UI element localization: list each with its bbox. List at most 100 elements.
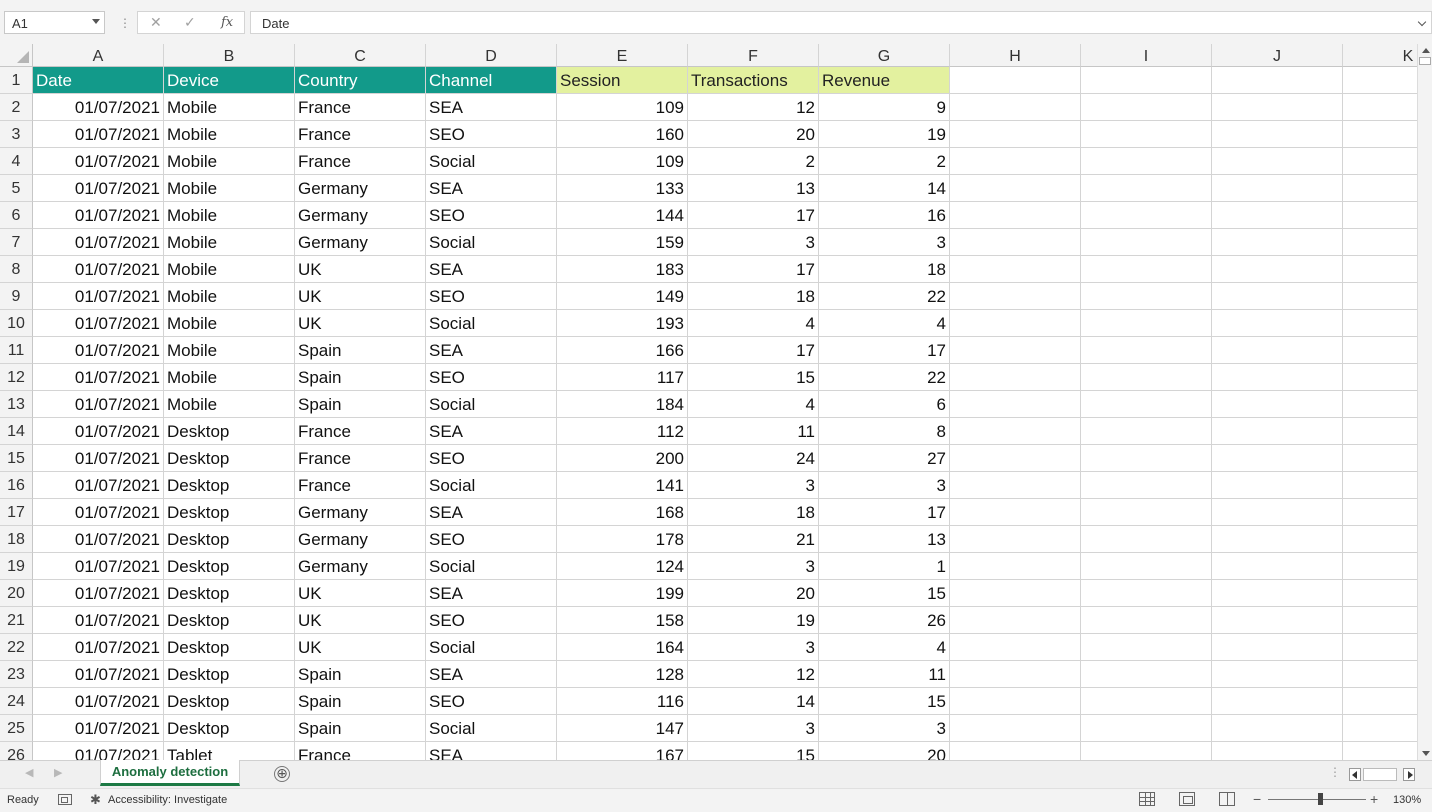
cell-empty[interactable] — [950, 256, 1081, 283]
cell-empty[interactable] — [1212, 364, 1343, 391]
cell-revenue[interactable]: 22 — [819, 364, 950, 391]
cell-session[interactable]: 193 — [557, 310, 688, 337]
cell-empty[interactable] — [1081, 472, 1212, 499]
vertical-scrollbar[interactable] — [1417, 44, 1432, 760]
cell-transactions[interactable]: 17 — [688, 337, 819, 364]
cell-empty[interactable] — [1081, 283, 1212, 310]
column-header-g[interactable]: G — [819, 44, 950, 67]
row-header[interactable]: 8 — [0, 256, 33, 283]
cell-empty[interactable] — [950, 634, 1081, 661]
cell-revenue[interactable]: 2 — [819, 148, 950, 175]
row-header[interactable]: 12 — [0, 364, 33, 391]
cell-empty[interactable] — [1343, 472, 1417, 499]
cell-revenue[interactable]: 26 — [819, 607, 950, 634]
header-cell[interactable]: Device — [164, 67, 295, 94]
cell-empty[interactable] — [1343, 337, 1417, 364]
cell-empty[interactable] — [1343, 94, 1417, 121]
cell-empty[interactable] — [1343, 256, 1417, 283]
cell-session[interactable]: 149 — [557, 283, 688, 310]
cell-country[interactable]: UK — [295, 256, 426, 283]
zoom-slider-thumb[interactable] — [1318, 793, 1323, 805]
cell-country[interactable]: Spain — [295, 688, 426, 715]
cell-empty[interactable] — [1081, 688, 1212, 715]
cell-empty[interactable] — [1081, 418, 1212, 445]
row-header[interactable]: 3 — [0, 121, 33, 148]
cell-empty[interactable] — [1343, 607, 1417, 634]
cell-empty[interactable] — [1343, 418, 1417, 445]
row-header[interactable]: 13 — [0, 391, 33, 418]
cell-session[interactable]: 141 — [557, 472, 688, 499]
cell-empty[interactable] — [1343, 202, 1417, 229]
cell-channel[interactable]: SEO — [426, 283, 557, 310]
cell-date[interactable]: 01/07/2021 — [33, 553, 164, 580]
row-header[interactable]: 14 — [0, 418, 33, 445]
cell-session[interactable]: 184 — [557, 391, 688, 418]
cell-transactions[interactable]: 20 — [688, 580, 819, 607]
scroll-down-icon[interactable] — [1422, 751, 1430, 756]
cell-transactions[interactable]: 21 — [688, 526, 819, 553]
header-cell[interactable]: Session — [557, 67, 688, 94]
cell-empty[interactable] — [1343, 499, 1417, 526]
cell-empty[interactable] — [1212, 715, 1343, 742]
cell-empty[interactable] — [1212, 742, 1343, 760]
header-cell[interactable]: Country — [295, 67, 426, 94]
cell-channel[interactable]: SEA — [426, 418, 557, 445]
cell-empty[interactable] — [950, 445, 1081, 472]
cell-empty[interactable] — [1081, 526, 1212, 553]
column-header-i[interactable]: I — [1081, 44, 1212, 67]
drag-handle-icon[interactable]: ⋮ — [1329, 765, 1341, 779]
cell-empty[interactable] — [1212, 148, 1343, 175]
cell-revenue[interactable]: 17 — [819, 337, 950, 364]
cell-empty[interactable] — [1212, 661, 1343, 688]
column-header-d[interactable]: D — [426, 44, 557, 67]
cell-empty[interactable] — [1343, 121, 1417, 148]
row-header[interactable]: 10 — [0, 310, 33, 337]
row-header[interactable]: 9 — [0, 283, 33, 310]
cell-channel[interactable]: SEA — [426, 742, 557, 760]
cell-device[interactable]: Desktop — [164, 607, 295, 634]
cell-empty[interactable] — [1081, 364, 1212, 391]
cell-empty[interactable] — [1343, 553, 1417, 580]
accessibility-status[interactable]: Accessibility: Investigate — [108, 794, 227, 806]
cell-country[interactable]: Spain — [295, 364, 426, 391]
cell-revenue[interactable]: 4 — [819, 634, 950, 661]
row-header[interactable]: 2 — [0, 94, 33, 121]
cell-device[interactable]: Desktop — [164, 526, 295, 553]
cell-transactions[interactable]: 20 — [688, 121, 819, 148]
next-sheet-icon[interactable]: ▶ — [54, 766, 62, 779]
row-header[interactable]: 20 — [0, 580, 33, 607]
header-cell[interactable]: Date — [33, 67, 164, 94]
cell-channel[interactable]: Social — [426, 715, 557, 742]
cell-country[interactable]: Spain — [295, 715, 426, 742]
cell-revenue[interactable]: 16 — [819, 202, 950, 229]
cell-empty[interactable] — [1212, 283, 1343, 310]
previous-sheet-icon[interactable]: ◀ — [25, 766, 33, 779]
column-header-f[interactable]: F — [688, 44, 819, 67]
cell-channel[interactable]: SEO — [426, 121, 557, 148]
cell-empty[interactable] — [1212, 472, 1343, 499]
header-cell[interactable] — [1343, 67, 1417, 94]
cell-transactions[interactable]: 18 — [688, 499, 819, 526]
cell-empty[interactable] — [950, 661, 1081, 688]
cell-empty[interactable] — [1343, 715, 1417, 742]
cell-empty[interactable] — [1081, 229, 1212, 256]
cell-empty[interactable] — [1081, 634, 1212, 661]
scroll-left-icon[interactable] — [1349, 768, 1361, 781]
cell-device[interactable]: Desktop — [164, 715, 295, 742]
cell-session[interactable]: 183 — [557, 256, 688, 283]
scroll-right-icon[interactable] — [1403, 768, 1415, 781]
cell-device[interactable]: Desktop — [164, 418, 295, 445]
cell-empty[interactable] — [950, 418, 1081, 445]
cell-empty[interactable] — [950, 526, 1081, 553]
cell-transactions[interactable]: 3 — [688, 553, 819, 580]
spreadsheet-grid[interactable]: A B C D E F G H I J K 1 Date Device Country… — [0, 44, 1417, 760]
cell-device[interactable]: Desktop — [164, 553, 295, 580]
cell-country[interactable]: France — [295, 94, 426, 121]
cell-empty[interactable] — [950, 148, 1081, 175]
cell-empty[interactable] — [1212, 526, 1343, 553]
cell-device[interactable]: Desktop — [164, 499, 295, 526]
cell-empty[interactable] — [1212, 337, 1343, 364]
cell-date[interactable]: 01/07/2021 — [33, 148, 164, 175]
cell-empty[interactable] — [950, 229, 1081, 256]
header-cell[interactable]: Channel — [426, 67, 557, 94]
